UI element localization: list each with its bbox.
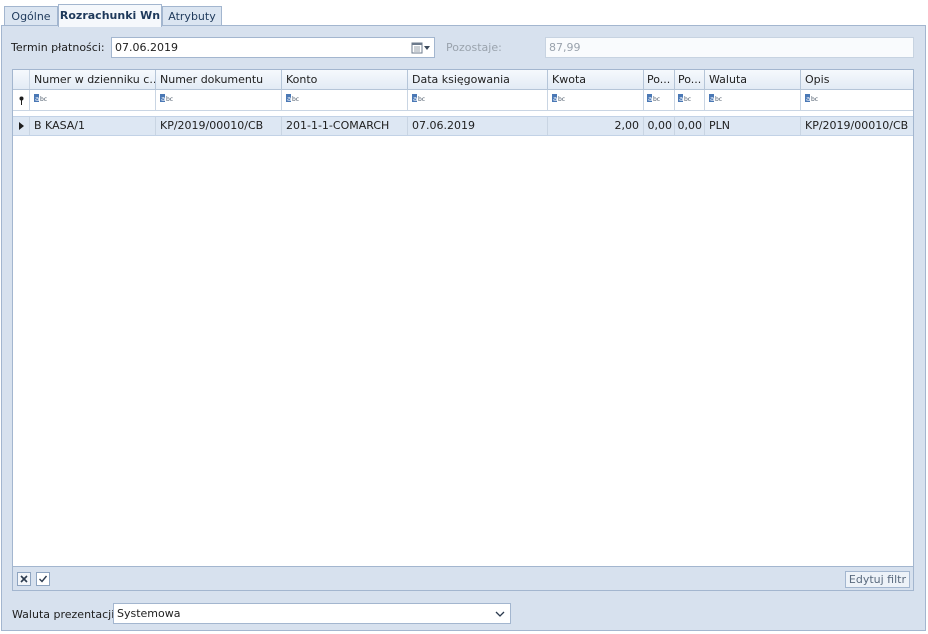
- filter-cell[interactable]: a bc: [408, 90, 548, 110]
- filter-cell[interactable]: a bc: [644, 90, 675, 110]
- cell-description[interactable]: KP/2019/00010/CB: [801, 117, 913, 135]
- filter-enabled-checkbox[interactable]: [36, 572, 50, 586]
- svg-text:bc: bc: [715, 96, 722, 102]
- close-icon: [20, 575, 28, 583]
- chevron-down-icon: [495, 611, 505, 617]
- checkbox-check-icon: [39, 575, 48, 583]
- tab-rozrachunki-wn[interactable]: Rozrachunki Wn: [58, 4, 162, 27]
- cell-account[interactable]: 201-1-1-COMARCH: [282, 117, 408, 135]
- svg-text:bc: bc: [292, 96, 299, 102]
- svg-text:bc: bc: [418, 96, 425, 102]
- column-header[interactable]: Opis: [801, 70, 913, 89]
- svg-text:a: a: [35, 95, 39, 102]
- edit-filter-button[interactable]: Edytuj filtr: [844, 571, 910, 588]
- svg-text:a: a: [413, 95, 417, 102]
- auto-filter-row: a bc a bc a bc a bc a bc a bc a bc a bc a bc: [13, 90, 913, 111]
- svg-text:a: a: [710, 95, 714, 102]
- column-header-label: Waluta: [709, 73, 747, 86]
- svg-text:bc: bc: [811, 96, 818, 102]
- column-header-label: Po...: [678, 73, 702, 86]
- column-header-label: Numer dokumentu: [160, 73, 264, 86]
- text-filter-icon: a bc: [552, 94, 565, 102]
- column-header[interactable]: Po...: [675, 70, 705, 89]
- svg-text:bc: bc: [40, 96, 47, 102]
- svg-text:bc: bc: [166, 96, 173, 102]
- table-row[interactable]: B KASA/1 KP/2019/00010/CB 201-1-1-COMARC…: [13, 116, 913, 136]
- calendar-button[interactable]: [409, 39, 433, 56]
- filter-cell[interactable]: a bc: [801, 90, 913, 110]
- text-filter-icon: a bc: [160, 94, 173, 102]
- tab-strip: Ogólne Rozrachunki Wn Atrybuty: [4, 4, 924, 27]
- column-header-label: Kwota: [552, 73, 586, 86]
- text-filter-icon: a bc: [709, 94, 722, 102]
- remaining-value: 87,99: [549, 41, 581, 54]
- due-date-label: Termin płatności:: [11, 41, 105, 54]
- column-header[interactable]: Po...: [644, 70, 675, 89]
- column-header-label: Opis: [805, 73, 830, 86]
- filter-cell[interactable]: a bc: [548, 90, 644, 110]
- settlements-grid: Numer w dzienniku c... Numer dokumentu K…: [12, 69, 914, 567]
- tab-ogolne[interactable]: Ogólne: [4, 6, 58, 26]
- text-filter-icon: a bc: [678, 94, 691, 102]
- column-header[interactable]: Konto: [282, 70, 408, 89]
- filter-cell[interactable]: a bc: [675, 90, 705, 110]
- svg-text:a: a: [287, 95, 291, 102]
- filter-cell[interactable]: a bc: [156, 90, 282, 110]
- tab-label: Rozrachunki Wn: [59, 9, 161, 22]
- column-header[interactable]: Waluta: [705, 70, 801, 89]
- cell-document-number[interactable]: KP/2019/00010/CB: [156, 117, 282, 135]
- presentation-currency-label: Waluta prezentacji: [12, 608, 115, 621]
- due-date-field[interactable]: 07.06.2019: [111, 37, 435, 58]
- svg-text:a: a: [553, 95, 557, 102]
- filter-row-indicator: [13, 90, 30, 110]
- text-filter-icon: a bc: [34, 94, 47, 102]
- row-pointer-icon: [18, 122, 24, 130]
- svg-text:bc: bc: [684, 96, 691, 102]
- column-header[interactable]: Data księgowania: [408, 70, 548, 89]
- column-header[interactable]: Numer w dzienniku c...: [30, 70, 156, 89]
- tab-label: Atrybuty: [168, 10, 216, 23]
- text-filter-icon: a bc: [412, 94, 425, 102]
- header-indicator-cell: [13, 70, 30, 89]
- text-filter-icon: a bc: [286, 94, 299, 102]
- text-filter-icon: a bc: [805, 94, 818, 102]
- column-header[interactable]: Kwota: [548, 70, 644, 89]
- cell-po-1[interactable]: 0,00: [644, 117, 675, 135]
- tab-atrybuty[interactable]: Atrybuty: [162, 6, 222, 26]
- remaining-label: Pozostaje:: [446, 41, 502, 54]
- column-header-label: Data księgowania: [412, 73, 510, 86]
- calendar-icon: [411, 42, 430, 53]
- filter-cell[interactable]: a bc: [30, 90, 156, 110]
- column-header[interactable]: Numer dokumentu: [156, 70, 282, 89]
- remaining-field: 87,99: [545, 37, 914, 58]
- edit-filter-label: Edytuj filtr: [848, 573, 906, 586]
- svg-text:a: a: [648, 95, 652, 102]
- svg-text:a: a: [806, 95, 810, 102]
- grid-filter-panel: Edytuj filtr: [12, 567, 914, 591]
- cell-journal-number[interactable]: B KASA/1: [30, 117, 156, 135]
- presentation-dropdown-button[interactable]: [491, 605, 509, 622]
- svg-text:bc: bc: [653, 96, 660, 102]
- column-header-label: Po...: [647, 73, 671, 86]
- clear-filter-button[interactable]: [17, 572, 31, 586]
- cell-po-2[interactable]: 0,00: [675, 117, 705, 135]
- column-header-label: Konto: [286, 73, 318, 86]
- column-header-label: Numer w dzienniku c...: [34, 73, 156, 86]
- tab-label: Ogólne: [11, 10, 51, 23]
- filter-row-icon: [19, 96, 23, 105]
- due-date-value: 07.06.2019: [115, 41, 178, 54]
- filter-cell[interactable]: a bc: [705, 90, 801, 110]
- cell-currency[interactable]: PLN: [705, 117, 801, 135]
- grid-header: Numer w dzienniku c... Numer dokumentu K…: [13, 70, 913, 90]
- svg-text:bc: bc: [558, 96, 565, 102]
- presentation-currency-value: Systemowa: [117, 607, 181, 620]
- cell-posting-date[interactable]: 07.06.2019: [408, 117, 548, 135]
- cell-amount[interactable]: 2,00: [548, 117, 644, 135]
- text-filter-icon: a bc: [647, 94, 660, 102]
- row-indicator: [13, 117, 30, 135]
- filter-cell[interactable]: a bc: [282, 90, 408, 110]
- svg-text:a: a: [679, 95, 683, 102]
- presentation-currency-select[interactable]: Systemowa: [113, 603, 511, 624]
- svg-text:a: a: [161, 95, 165, 102]
